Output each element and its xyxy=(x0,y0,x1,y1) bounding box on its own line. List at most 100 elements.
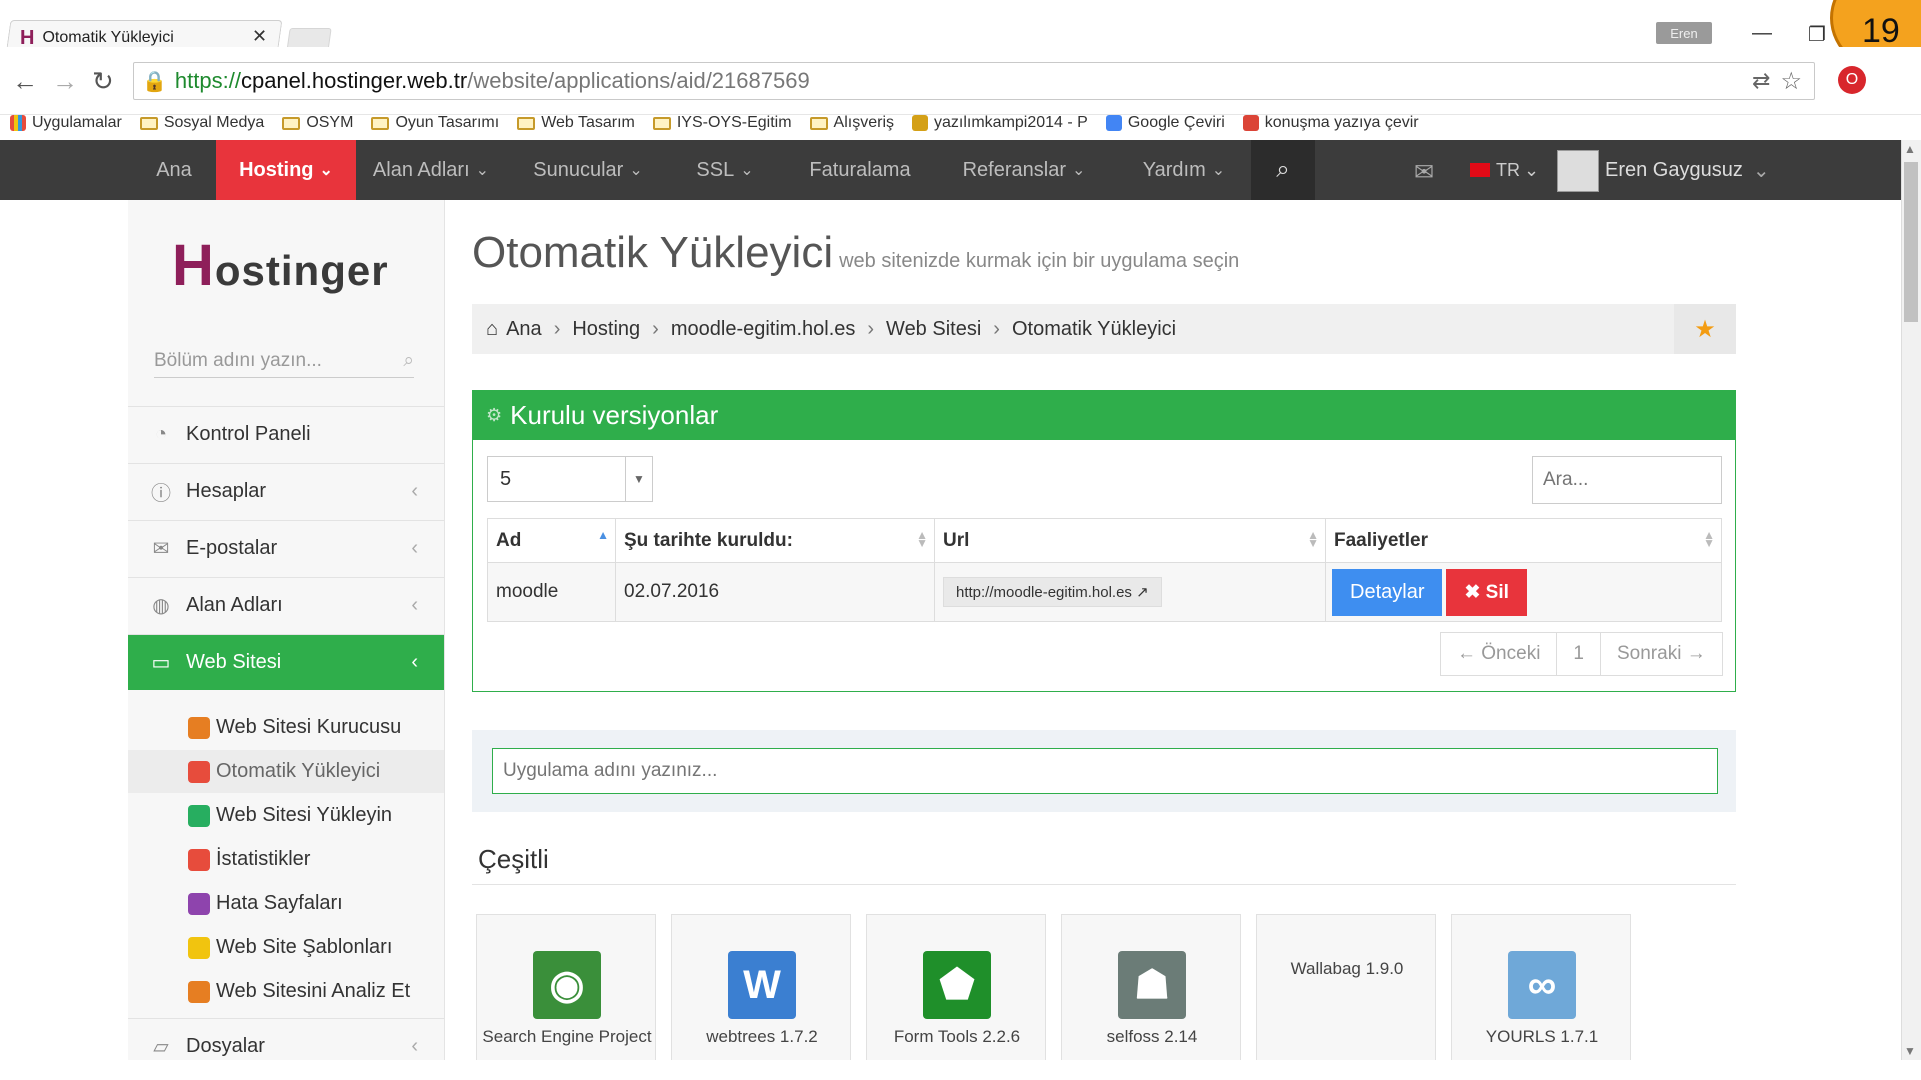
sidebar-item-label: Hesaplar xyxy=(186,480,267,502)
app-card[interactable]: Wallabag 1.9.0 xyxy=(1256,914,1436,1080)
nav-item-7[interactable]: Yardım ⌄ xyxy=(1124,140,1244,200)
submenu-item-label: Otomatik Yükleyici xyxy=(216,760,381,782)
minimize-icon[interactable]: — xyxy=(1752,22,1772,45)
user-menu[interactable]: Eren Gaygusuz ⌄ xyxy=(1605,140,1770,200)
monitor-icon: ▭ xyxy=(151,652,171,674)
profile-chip[interactable]: Eren xyxy=(1656,22,1712,44)
submenu-item-icon xyxy=(188,892,210,915)
column-header-date[interactable]: Şu tarihte kuruldu: ▲ ▼ xyxy=(615,518,935,563)
chevron-down-icon: ⌄ xyxy=(475,162,490,179)
nav-item-label: SSL xyxy=(696,158,735,181)
breadcrumb-item[interactable]: Hosting xyxy=(572,318,640,341)
bookmark-item[interactable]: Oyun Tasarımı xyxy=(371,114,499,132)
details-button[interactable]: Detaylar xyxy=(1332,568,1443,616)
nav-item-5[interactable]: Faturalama xyxy=(790,140,930,200)
scroll-up-icon[interactable]: ▲ xyxy=(1904,142,1916,156)
breadcrumb-separator-icon: › xyxy=(867,317,875,340)
submenu-item-label: İstatistikler xyxy=(216,848,311,870)
bookmark-item[interactable]: IYS-OYS-Egitim xyxy=(652,114,792,132)
delete-button[interactable]: ✖ Sil xyxy=(1446,568,1527,616)
w-logo-icon: W xyxy=(728,951,796,1019)
submenu-item-5[interactable]: Web Site Şablonları xyxy=(128,926,444,969)
nav-item-2[interactable]: Alan Adları ⌄ xyxy=(366,140,496,200)
page-size-select[interactable]: 5 ▼ xyxy=(487,456,653,502)
submenu-item-0[interactable]: Web Sitesi Kurucusu xyxy=(128,706,444,749)
next-page-button[interactable]: Sonraki → xyxy=(1601,633,1722,675)
address-bar[interactable]: 🔒 https://cpanel.hostinger.web.tr/websit… xyxy=(133,62,1815,100)
bookmark-item[interactable]: konuşma yazıya çevir xyxy=(1242,114,1419,132)
sidebar-item-0[interactable]: ◔ Kontrol Paneli xyxy=(128,406,444,462)
forward-arrow-icon[interactable]: → xyxy=(52,66,78,97)
breadcrumb-item[interactable]: Web Sitesi xyxy=(886,318,981,341)
scroll-down-icon[interactable]: ▼ xyxy=(1904,1044,1916,1058)
apps-grid-icon xyxy=(10,115,26,131)
sidebar-item-1[interactable]: ⓘ Hesaplar ‹ xyxy=(128,463,444,519)
bookmark-item[interactable]: Google Çeviri xyxy=(1105,114,1225,132)
home-icon: ⌂ xyxy=(486,317,499,340)
nav-item-6[interactable]: Referanslar ⌄ xyxy=(944,140,1104,200)
favorite-star-icon[interactable]: ★ xyxy=(1674,304,1736,354)
reload-icon[interactable]: ↻ xyxy=(92,66,114,97)
restore-icon[interactable]: ❐ xyxy=(1808,22,1826,47)
bookmark-label: Web Tasarım xyxy=(541,114,635,131)
app-card[interactable]: ∞ YOURLS 1.7.1 xyxy=(1451,914,1631,1080)
tab-title: Otomatik Yükleyici xyxy=(42,29,174,46)
nav-item-4[interactable]: SSL ⌄ xyxy=(680,140,770,200)
translate-icon[interactable]: ⇄ xyxy=(1752,68,1770,94)
user-avatar[interactable] xyxy=(1557,150,1599,192)
globe-icon: ◍ xyxy=(152,595,170,617)
app-card[interactable]: ⬟ Form Tools 2.2.6 xyxy=(866,914,1046,1080)
submenu-item-4[interactable]: Hata Sayfaları xyxy=(128,882,444,925)
table-search-input[interactable] xyxy=(1532,456,1722,504)
sidebar-item-label: E-postalar xyxy=(186,537,278,559)
column-header-url[interactable]: Url ▲ ▼ xyxy=(934,518,1326,563)
app-search-input[interactable] xyxy=(492,748,1718,794)
nav-item-label: Referanslar xyxy=(962,158,1066,181)
breadcrumb-separator-icon: › xyxy=(993,317,1000,340)
extension-icon[interactable]: O xyxy=(1838,66,1866,94)
page-number-button[interactable]: 1 xyxy=(1557,633,1601,675)
language-selector[interactable]: TR ⌄ xyxy=(1470,140,1539,200)
sidebar-item-2[interactable]: ✉ E-postalar ‹ xyxy=(128,520,444,576)
site-url-link[interactable]: http://moodle-egitim.hol.es ↗ xyxy=(943,577,1162,607)
column-header-actions[interactable]: Faaliyetler ▲ ▼ xyxy=(1325,518,1722,563)
mail-icon[interactable]: ✉ xyxy=(1414,158,1434,187)
submenu-item-1[interactable]: Otomatik Yükleyici xyxy=(128,750,444,793)
submenu-item-icon xyxy=(188,760,210,783)
bookmark-item[interactable]: OSYM xyxy=(282,114,353,132)
bookmark-star-icon[interactable]: ☆ xyxy=(1780,67,1802,96)
bookmark-item[interactable]: Alışveriş xyxy=(809,114,894,132)
sidebar-item-4[interactable]: ▭ Web Sitesi ‹ xyxy=(128,634,444,690)
app-card[interactable]: ◉ Search Engine Project xyxy=(476,914,656,1080)
language-code: TR xyxy=(1496,159,1520,180)
submenu-item-2[interactable]: Web Sitesi Yükleyin xyxy=(128,794,444,837)
breadcrumb-separator-icon: › xyxy=(553,317,561,340)
breadcrumb-item[interactable]: Ana xyxy=(506,318,542,341)
scrollbar-thumb[interactable] xyxy=(1904,162,1918,322)
app-card[interactable]: ☗ selfoss 2.14 xyxy=(1061,914,1241,1080)
nav-item-label: Faturalama xyxy=(809,158,911,181)
bookmark-item[interactable]: Sosyal Medya xyxy=(139,114,264,132)
previous-page-button[interactable]: ← Önceki xyxy=(1441,633,1558,675)
column-header-name[interactable]: Ad ▲ xyxy=(487,518,616,563)
submenu-item-3[interactable]: İstatistikler xyxy=(128,838,444,881)
site-search-icon[interactable]: ⌕ xyxy=(1251,140,1315,200)
app-card-label: Form Tools 2.2.6 xyxy=(893,1027,1021,1046)
folder-icon xyxy=(371,116,390,130)
submenu-item-label: Web Site Şablonları xyxy=(216,936,393,958)
section-search-input[interactable]: Bölüm adını yazın... ⌕ xyxy=(154,345,414,378)
bookmark-item[interactable]: Web Tasarım xyxy=(517,114,635,132)
nav-item-1[interactable]: Hosting ⌄ xyxy=(216,140,356,200)
submenu-item-6[interactable]: Web Sitesini Analiz Et xyxy=(128,970,444,1013)
nav-item-3[interactable]: Sunucular ⌄ xyxy=(518,140,658,200)
app-card[interactable]: Wwebtrees 1.7.2 xyxy=(671,914,851,1080)
sidebar-item-3[interactable]: ◍ Alan Adları ‹ xyxy=(128,577,444,633)
bookmark-item[interactable]: yazılımkampi2014 - P xyxy=(912,114,1088,132)
back-arrow-icon[interactable]: ← xyxy=(12,66,38,97)
tab-close-icon[interactable]: ✕ xyxy=(252,26,267,47)
bookmark-item[interactable]: Uygulamalar xyxy=(10,114,122,132)
nav-item-0[interactable]: Ana xyxy=(140,140,208,200)
breadcrumb-item[interactable]: moodle-egitim.hol.es xyxy=(671,318,856,341)
nav-item-label: Yardım xyxy=(1142,158,1206,181)
chevron-left-icon: ‹ xyxy=(411,537,418,559)
